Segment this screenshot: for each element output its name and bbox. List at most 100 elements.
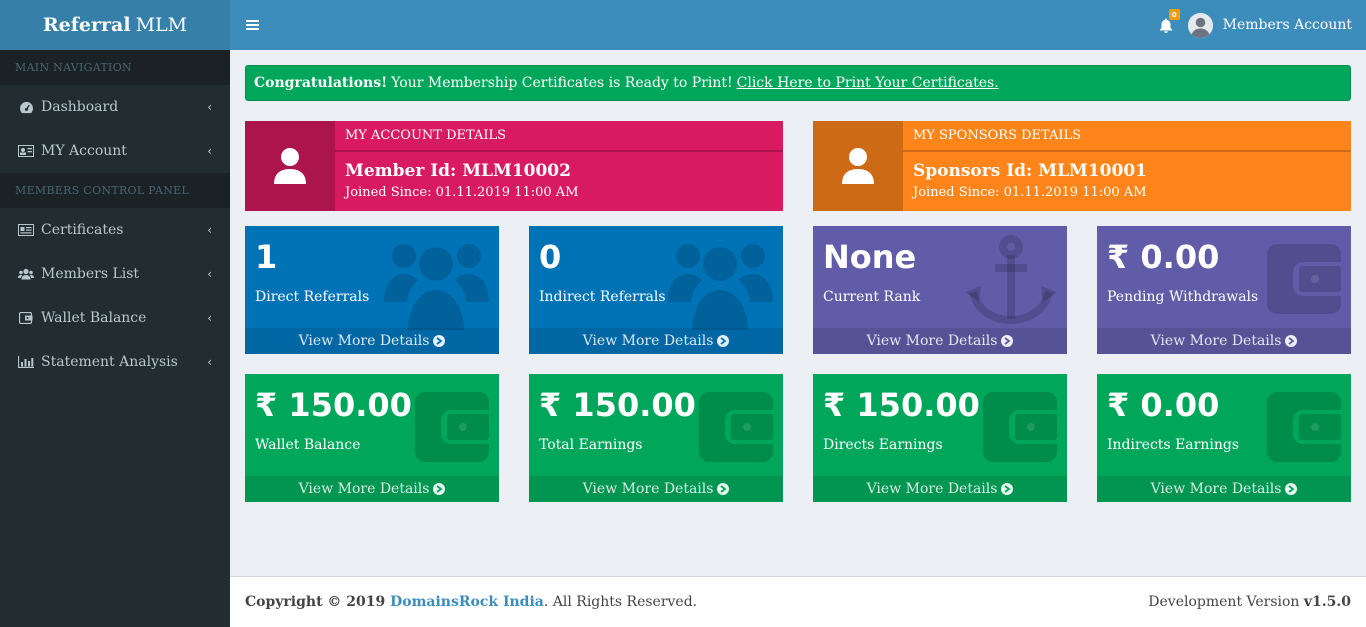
alert-text: Your Membership Certificates is Ready to… [391,75,733,91]
stat-label: Wallet Balance [255,437,361,453]
top-navbar: 0 Members Account [230,0,1366,50]
arrow-circle-right-icon [433,483,446,495]
dashboard-icon [18,99,34,115]
chevron-left-icon: ‹ [207,311,212,325]
stat-value: ₹ 0.00 [1107,238,1220,276]
view-more-details-link[interactable]: View More Details [529,476,783,502]
stat-value: ₹ 0.00 [1107,386,1220,424]
sidebar-item-label: Statement Analysis [41,354,178,370]
app-logo[interactable]: Referral MLM [0,0,230,50]
sidebar-item-my-account[interactable]: MY Account ‹ [0,129,230,173]
my-sponsors-details-box: MY SPONSORS DETAILS Sponsors Id: MLM1000… [813,121,1351,211]
version-info: Development Version v1.5.0 [1148,594,1351,610]
view-more-details-link[interactable]: View More Details [1097,476,1351,502]
id-card-icon [18,143,34,159]
wallet-icon [415,392,489,462]
stat-value: ₹ 150.00 [823,386,980,424]
footer-label: View More Details [866,481,998,497]
rights-text: . All Rights Reserved. [543,594,698,610]
copyright-text: Copyright © 2019 [245,594,386,610]
sidebar-item-label: Dashboard [41,99,119,115]
joined-since: Joined Since: 01.11.2019 11:00 AM [913,185,1147,200]
sidebar-item-wallet-balance[interactable]: Wallet Balance ‹ [0,296,230,340]
member-id: Member Id: MLM10002 [345,161,571,181]
sidebar-item-certificates[interactable]: Certificates ‹ [0,208,230,252]
view-more-details-link[interactable]: View More Details [813,328,1067,354]
user-icon [245,121,335,211]
users-icon [18,266,34,282]
view-more-details-link[interactable]: View More Details [813,476,1067,502]
avatar [1187,12,1213,38]
detail-title: MY SPONSORS DETAILS [903,121,1351,152]
wallet-icon [1267,392,1341,462]
sidebar: Referral MLM MAIN NAVIGATION Dashboard ‹… [0,0,230,627]
stat-label: Directs Earnings [823,437,943,453]
stat-label: Indirects Earnings [1107,437,1239,453]
stat-value: None [823,238,917,276]
print-certificates-link[interactable]: Click Here to Print Your Certificates. [737,75,999,91]
stat-box-indirect-referrals: 0 Indirect Referrals View More Details [529,226,783,354]
alert-bold: Congratulations! [254,75,388,91]
notification-count-badge: 0 [1168,9,1180,20]
stat-label: Current Rank [823,289,921,305]
detail-title: MY ACCOUNT DETAILS [335,121,783,152]
nav-header-main: MAIN NAVIGATION [0,50,230,85]
stat-box-indirects-earnings: ₹ 0.00 Indirects Earnings View More Deta… [1097,374,1351,502]
footer-label: View More Details [1150,333,1282,349]
view-more-details-link[interactable]: View More Details [1097,328,1351,354]
arrow-circle-right-icon [1285,483,1298,495]
detail-body: MY ACCOUNT DETAILS Member Id: MLM10002 J… [335,121,783,211]
stat-box-total-earnings: ₹ 150.00 Total Earnings View More Detail… [529,374,783,502]
chevron-left-icon: ‹ [207,355,212,369]
wallet-icon [699,392,773,462]
view-more-details-link[interactable]: View More Details [529,328,783,354]
certificate-alert: Congratulations! Your Membership Certifi… [245,65,1351,101]
sidebar-item-label: Members List [41,266,140,282]
notifications-button[interactable]: 0 [1148,0,1184,50]
sidebar-item-statement-analysis[interactable]: Statement Analysis ‹ [0,340,230,384]
details-row: MY ACCOUNT DETAILS Member Id: MLM10002 J… [245,121,1351,211]
footer-label: View More Details [1150,481,1282,497]
chevron-left-icon: ‹ [207,223,212,237]
page-footer: Copyright © 2019 DomainsRock India. All … [230,576,1366,627]
stat-value: 0 [539,238,562,276]
bar-chart-icon [18,354,34,370]
sidebar-toggle-button[interactable] [230,0,274,50]
sidebar-item-dashboard[interactable]: Dashboard ‹ [0,85,230,129]
arrow-circle-right-icon [717,335,730,347]
navbar-right: 0 Members Account [1148,0,1366,50]
stat-value: 1 [255,238,278,276]
footer-label: View More Details [298,333,430,349]
anchor-icon [965,235,1057,325]
view-more-details-link[interactable]: View More Details [245,328,499,354]
stat-label: Indirect Referrals [539,289,666,305]
footer-label: View More Details [582,333,714,349]
copyright: Copyright © 2019 DomainsRock India [245,594,544,610]
stat-label: Pending Withdrawals [1107,289,1259,305]
footer-label: View More Details [582,481,714,497]
user-account-menu[interactable]: Members Account [1187,12,1352,38]
wallet-icon [18,310,34,326]
chevron-left-icon: ‹ [207,144,212,158]
arrow-circle-right-icon [1001,483,1014,495]
stat-box-pending-withdrawals: ₹ 0.00 Pending Withdrawals View More Det… [1097,226,1351,354]
users-icon [668,244,773,330]
sidebar-item-label: MY Account [41,143,127,159]
stat-label: Total Earnings [539,437,643,453]
sponsor-id: Sponsors Id: MLM10001 [913,161,1147,181]
stat-value: ₹ 150.00 [539,386,696,424]
arrow-circle-right-icon [1001,335,1014,347]
sidebar-item-members-list[interactable]: Members List ‹ [0,252,230,296]
joined-since: Joined Since: 01.11.2019 11:00 AM [345,185,579,200]
account-name: Members Account [1222,17,1352,33]
company-link[interactable]: DomainsRock India [390,594,544,610]
stat-box-wallet-balance: ₹ 150.00 Wallet Balance View More Detail… [245,374,499,502]
users-icon [384,244,489,330]
stat-label: Direct Referrals [255,289,370,305]
wallet-icon [1267,244,1341,314]
arrow-circle-right-icon [1285,335,1298,347]
logo-bold: Referral [42,14,131,36]
my-account-details-box: MY ACCOUNT DETAILS Member Id: MLM10002 J… [245,121,783,211]
view-more-details-link[interactable]: View More Details [245,476,499,502]
stat-value: ₹ 150.00 [255,386,412,424]
